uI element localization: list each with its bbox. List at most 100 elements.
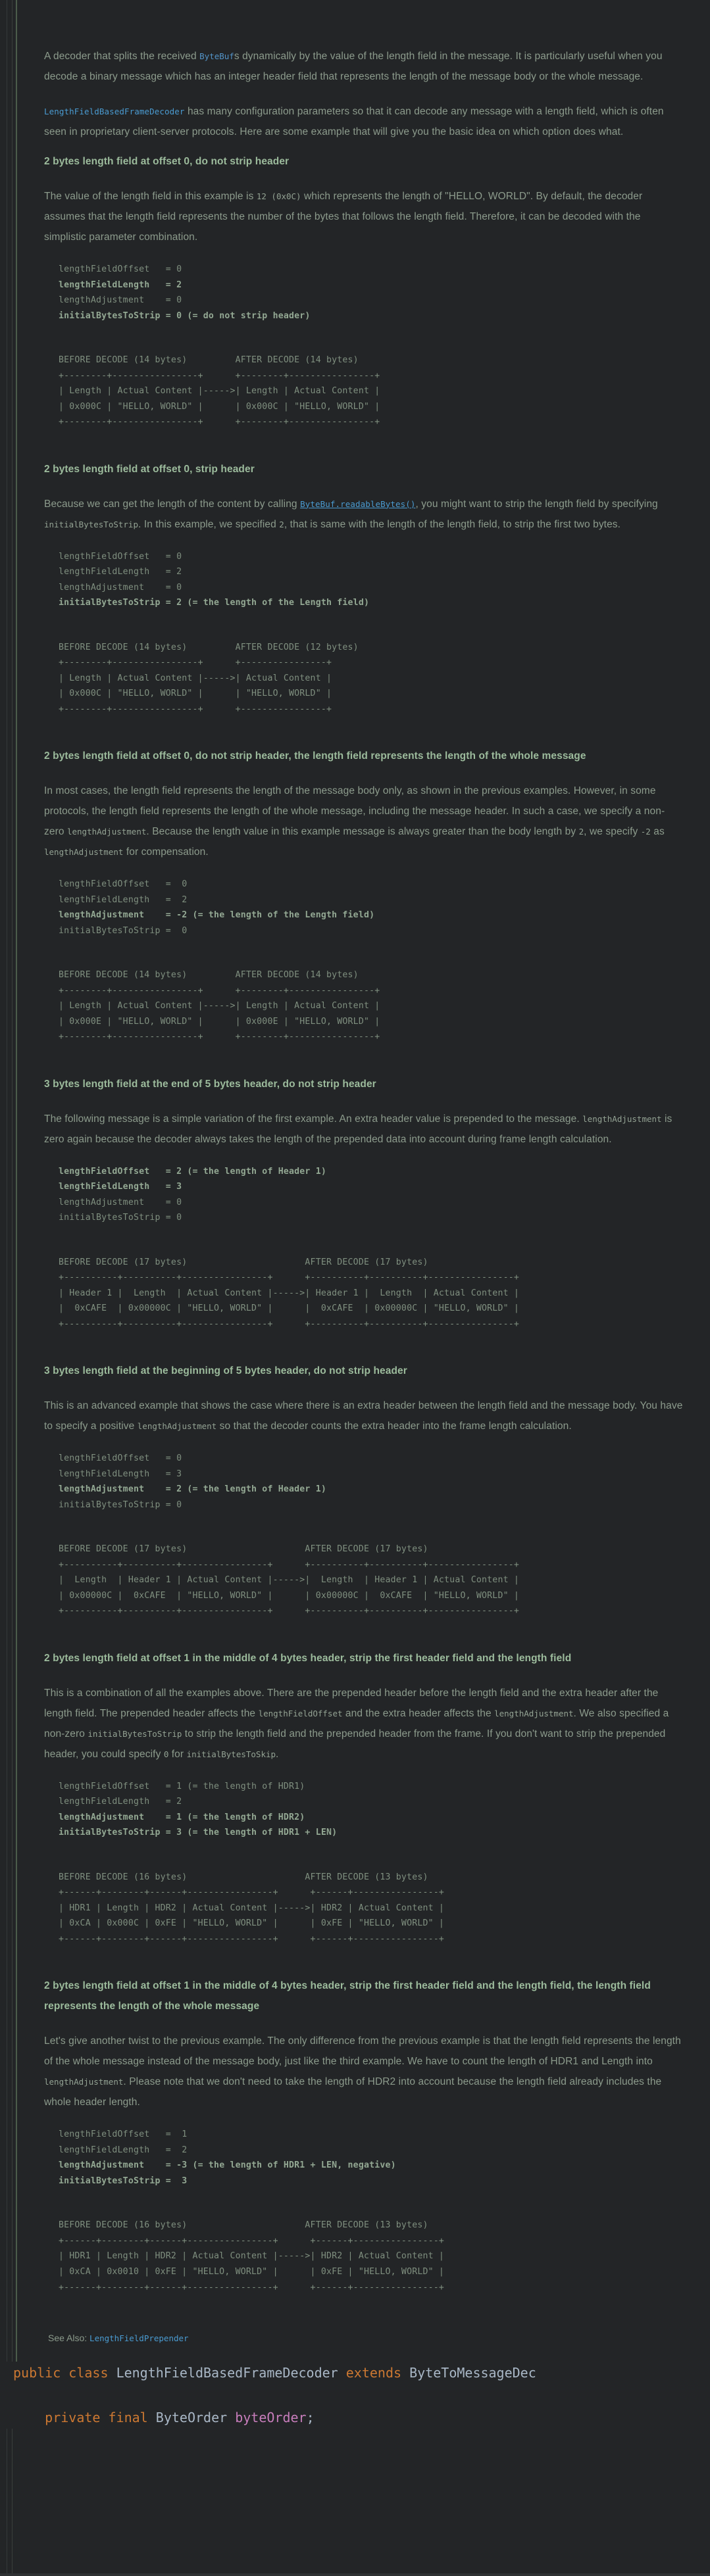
section-heading-ex7: 2 bytes length field at offset 1 in the …	[44, 1980, 651, 2012]
param-name: lengthFieldLength	[59, 567, 150, 577]
inline-code: initialBytesToSkip	[186, 1749, 276, 1759]
parameters-block-ex3: lengthFieldOffset = 0 lengthFieldLength …	[44, 877, 684, 938]
ascii-diagram-ex3: BEFORE DECODE (14 bytes) AFTER DECODE (1…	[59, 970, 380, 1042]
section-heading-ex5: 3 bytes length field at the beginning of…	[44, 1365, 407, 1377]
param-name: lengthFieldLength	[59, 1182, 150, 1192]
param-value: = 1	[149, 2129, 188, 2140]
block-spacer	[44, 330, 684, 346]
block-spacer	[44, 1052, 684, 1067]
param-name: lengthAdjustment	[59, 582, 145, 593]
intro-paragraph-1: A decoder that splits the received ByteB…	[44, 51, 663, 82]
see-also-row: See Also: LengthFieldPrepender	[44, 2329, 684, 2347]
section-heading-ex6: 2 bytes length field at offset 1 in the …	[44, 1652, 572, 1664]
param-value: = 0 (= do not strip header)	[160, 310, 311, 321]
param-value: = 0	[149, 551, 182, 562]
param-value: = 0	[149, 879, 188, 890]
ascii-diagram-ex6: BEFORE DECODE (16 bytes) AFTER DECODE (1…	[59, 1872, 445, 1944]
see-also-link[interactable]: LengthFieldPrepender	[89, 2333, 189, 2343]
param-name: initialBytesToStrip	[59, 1828, 161, 1838]
field-name: byteOrder	[235, 2409, 307, 2425]
param-value: = 0	[160, 925, 188, 936]
field-declaration-line: private final ByteOrder byteOrder;	[0, 2406, 710, 2429]
param-value: = 0	[149, 264, 182, 274]
inline-code: initialBytesToStrip	[88, 1728, 182, 1739]
section-paragraph-ex6: This is a combination of all the example…	[44, 1687, 669, 1760]
inline-code: 2	[578, 827, 584, 837]
param-name: lengthFieldOffset	[59, 879, 150, 890]
section-paragraph-ex3: In most cases, the length field represen…	[44, 785, 665, 858]
param-value: = 2	[149, 894, 188, 905]
param-value: = 2	[149, 567, 182, 577]
param-value: = 0	[149, 1453, 182, 1464]
inline-code: ByteBuf	[199, 51, 234, 61]
parameters-block-ex5: lengthFieldOffset = 0 lengthFieldLength …	[44, 1451, 684, 1513]
block-spacer	[44, 1626, 684, 1641]
inline-code: 12 (0x0C)	[256, 191, 301, 201]
section-paragraph-ex7: Let's give another twist to the previous…	[44, 2035, 681, 2108]
keyword-private: private	[45, 2409, 101, 2425]
parameters-block-ex6: lengthFieldOffset = 1 (= the length of H…	[44, 1779, 684, 1841]
keyword-final: final	[108, 2409, 148, 2425]
param-name: lengthAdjustment	[59, 1197, 145, 1207]
block-spacer	[44, 1339, 684, 1355]
inline-code: initialBytesToStrip	[44, 519, 138, 529]
block-spacer	[44, 437, 684, 452]
field-type: ByteOrder	[155, 2409, 228, 2425]
param-value: = 3	[160, 2175, 188, 2186]
param-name: lengthAdjustment	[59, 1484, 145, 1495]
block-spacer	[44, 2302, 684, 2318]
param-value: = 0	[144, 295, 182, 306]
param-name: initialBytesToStrip	[59, 925, 161, 936]
block-spacer	[44, 1232, 684, 1248]
param-name: initialBytesToStrip	[59, 1213, 161, 1223]
param-name: initialBytesToStrip	[59, 310, 161, 321]
block-spacer	[44, 1847, 684, 1863]
param-name: lengthFieldLength	[59, 2145, 150, 2155]
param-value: = 0	[160, 1213, 182, 1223]
section-paragraph-ex1: The value of the length field in this ex…	[44, 191, 643, 243]
param-name: lengthFieldOffset	[59, 551, 150, 562]
param-value: = 3 (= the length of HDR1 + LEN)	[160, 1828, 338, 1838]
param-name: lengthFieldOffset	[59, 2129, 150, 2140]
ascii-diagram-ex1: BEFORE DECODE (14 bytes) AFTER DECODE (1…	[59, 354, 380, 427]
doc-link[interactable]: LengthFieldBasedFrameDecoder	[44, 107, 185, 116]
ascii-diagram-ex4: BEFORE DECODE (17 bytes) AFTER DECODE (1…	[59, 1257, 520, 1329]
param-value: = 2	[149, 2145, 188, 2155]
inline-code: 0	[163, 1749, 169, 1759]
intro-paragraph-2: LengthFieldBasedFrameDecoder has many co…	[44, 106, 664, 137]
parameters-block-ex4: lengthFieldOffset = 2 (= the length of H…	[44, 1164, 684, 1226]
param-name: lengthFieldLength	[59, 1469, 150, 1479]
param-value: = 3	[149, 1469, 182, 1479]
ascii-diagram-ex2: BEFORE DECODE (14 bytes) AFTER DECODE (1…	[59, 642, 359, 714]
inline-code: lengthAdjustment	[66, 827, 147, 837]
editor-code-area[interactable]: public class LengthFieldBasedFrameDecode…	[0, 2361, 710, 2429]
doc-link[interactable]: ByteBuf.readableBytes()	[300, 499, 415, 509]
superclass-name: ByteToMessageDec	[409, 2364, 536, 2381]
javadoc-content: A decoder that splits the received ByteB…	[16, 0, 710, 2362]
keyword-class: class	[68, 2364, 109, 2381]
semicolon: ;	[306, 2409, 315, 2425]
parameters-block-ex1: lengthFieldOffset = 0 lengthFieldLength …	[44, 262, 684, 324]
section-heading-ex4: 3 bytes length field at the end of 5 byt…	[44, 1078, 376, 1090]
keyword-public: public	[13, 2364, 61, 2381]
param-name: lengthFieldLength	[59, 1797, 150, 1807]
param-value: = -2 (= the length of the Length field)	[144, 910, 375, 921]
section-heading-ex2: 2 bytes length field at offset 0, strip …	[44, 463, 255, 475]
inline-code: 2	[279, 519, 284, 529]
javadoc-popup: A decoder that splits the received ByteB…	[0, 0, 710, 2576]
param-name: lengthFieldOffset	[59, 1453, 150, 1464]
block-spacer	[44, 618, 684, 633]
param-value: = -3 (= the length of HDR1 + LEN, negati…	[144, 2160, 396, 2171]
class-declaration-line: public class LengthFieldBasedFrameDecode…	[0, 2362, 710, 2384]
ascii-diagram-ex5: BEFORE DECODE (17 bytes) AFTER DECODE (1…	[59, 1544, 520, 1616]
param-value: = 2	[149, 1797, 182, 1807]
param-value: = 2	[149, 279, 182, 290]
bottom-scrollbar[interactable]	[0, 2573, 710, 2576]
ascii-diagram-ex7: BEFORE DECODE (16 bytes) AFTER DECODE (1…	[59, 2220, 445, 2293]
class-name: LengthFieldBasedFrameDecoder	[116, 2364, 338, 2381]
param-name: lengthFieldOffset	[59, 1166, 150, 1177]
block-spacer	[44, 1954, 684, 1970]
param-value: = 0	[144, 582, 182, 593]
param-value: = 0	[160, 1499, 182, 1510]
inline-code: -2	[640, 827, 651, 837]
